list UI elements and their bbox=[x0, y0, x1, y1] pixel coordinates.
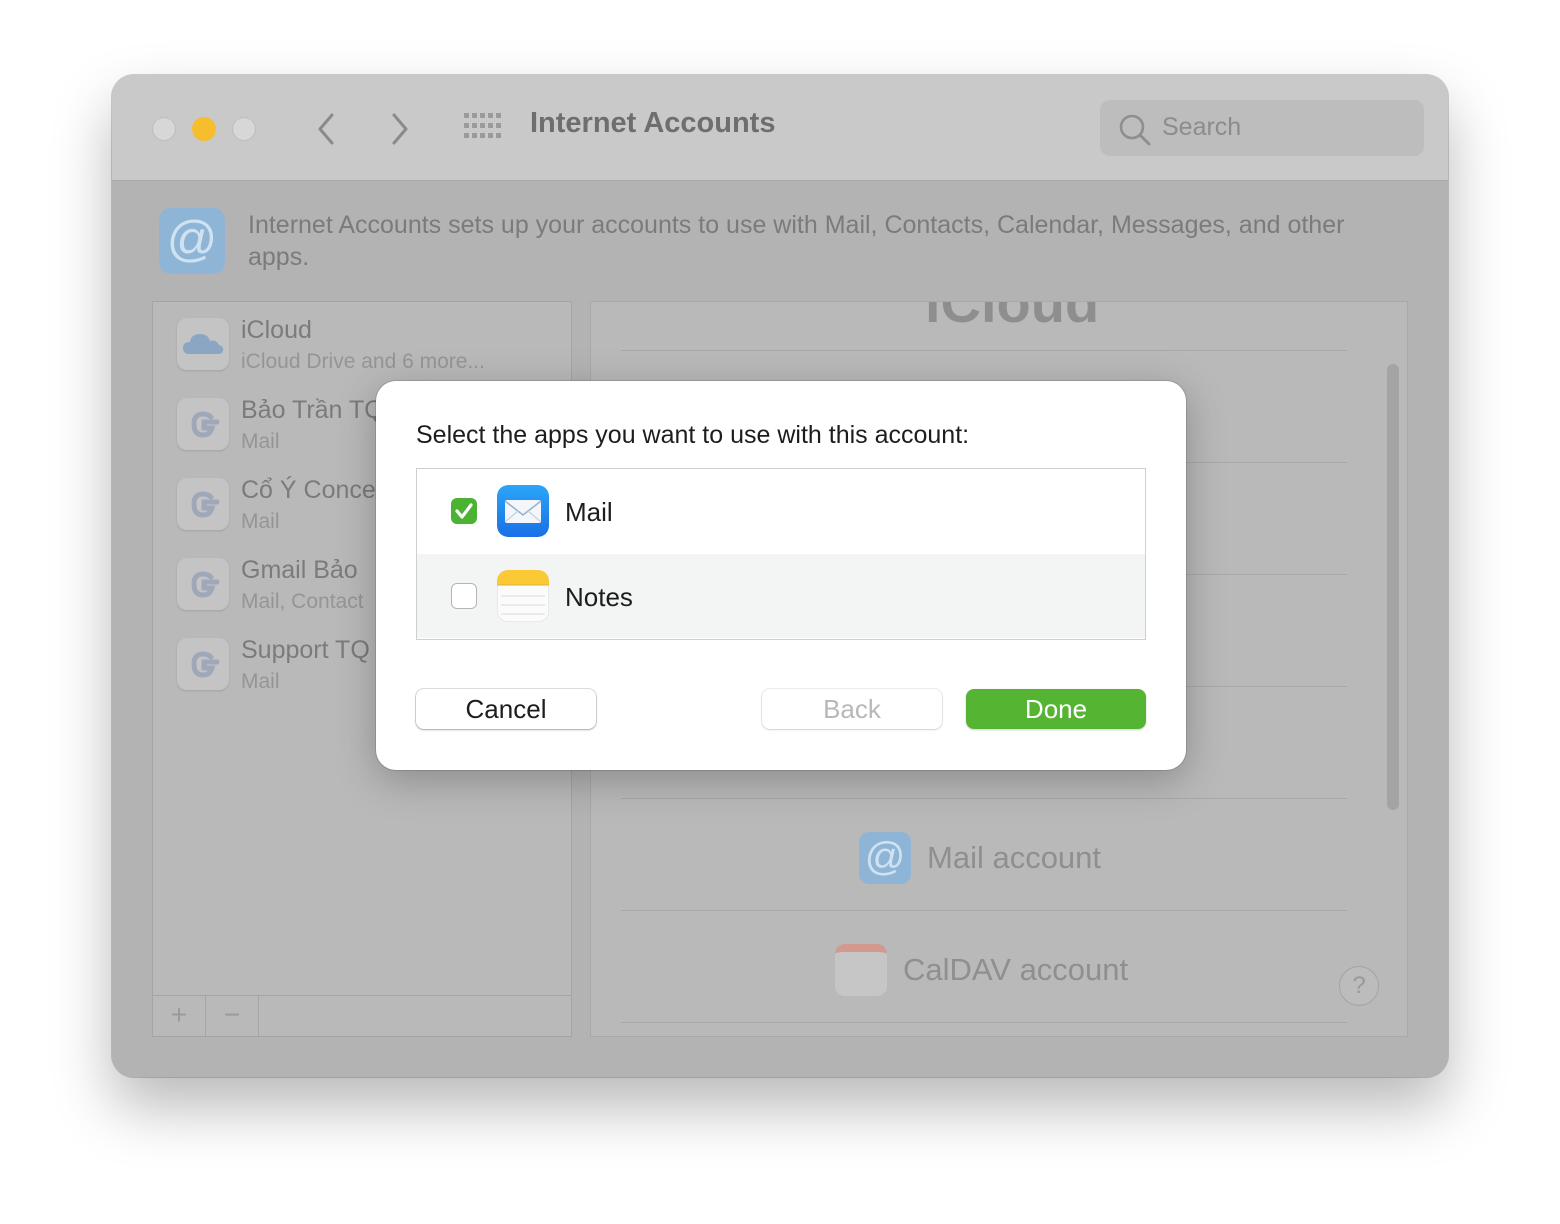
search-field[interactable]: Search bbox=[1100, 100, 1424, 156]
app-row-notes[interactable]: Notes bbox=[417, 554, 1145, 638]
show-all-grid-button[interactable] bbox=[464, 113, 502, 143]
notes-checkbox[interactable] bbox=[451, 583, 477, 609]
mail-app-icon bbox=[497, 485, 549, 537]
google-icon bbox=[177, 478, 229, 530]
google-icon bbox=[177, 638, 229, 690]
header-description: Internet Accounts sets up your accounts … bbox=[248, 211, 1345, 271]
divider bbox=[621, 798, 1347, 799]
minimize-window-button[interactable] bbox=[192, 117, 216, 141]
title-bar: Internet Accounts Search bbox=[112, 75, 1448, 181]
account-detail: Mail, Contact bbox=[241, 590, 364, 613]
search-icon bbox=[1119, 114, 1151, 146]
mail-checkbox[interactable] bbox=[451, 498, 477, 524]
icloud-icon bbox=[177, 318, 229, 370]
grid-icon bbox=[464, 113, 501, 138]
zoom-window-button[interactable] bbox=[232, 117, 256, 141]
internet-accounts-at-icon: @ bbox=[159, 208, 225, 274]
apps-table: Mail Notes bbox=[416, 468, 1146, 640]
calendar-icon bbox=[835, 944, 887, 996]
window-title: Internet Accounts bbox=[530, 107, 776, 139]
list-footer: + − bbox=[153, 995, 571, 1036]
account-detail: iCloud Drive and 6 more... bbox=[241, 350, 485, 373]
google-icon bbox=[177, 398, 229, 450]
help-button[interactable]: ? bbox=[1339, 966, 1379, 1006]
list-item[interactable]: iCloud iCloud Drive and 6 more... bbox=[153, 306, 571, 386]
account-detail: Mail bbox=[241, 670, 280, 693]
forward-nav-button[interactable] bbox=[384, 109, 416, 149]
divider bbox=[621, 350, 1347, 351]
chevron-left-icon bbox=[318, 113, 334, 145]
mail-account-provider[interactable]: Mail account bbox=[927, 840, 1101, 876]
chevron-right-icon bbox=[392, 113, 408, 145]
divider bbox=[621, 1022, 1347, 1023]
cancel-button[interactable]: Cancel bbox=[416, 689, 596, 729]
account-name: Cổ Ý Conce bbox=[241, 476, 376, 504]
account-name: Gmail Bảo bbox=[241, 556, 358, 584]
account-name: iCloud bbox=[241, 316, 312, 344]
close-window-button[interactable] bbox=[152, 117, 176, 141]
remove-account-button[interactable]: − bbox=[206, 996, 259, 1036]
app-label: Notes bbox=[565, 582, 633, 612]
add-account-button[interactable]: + bbox=[153, 996, 206, 1036]
account-detail: Mail bbox=[241, 430, 280, 453]
app-label: Mail bbox=[565, 497, 613, 527]
back-button[interactable]: Back bbox=[762, 689, 942, 729]
caldav-account-provider[interactable]: CalDAV account bbox=[903, 952, 1128, 988]
back-nav-button[interactable] bbox=[310, 109, 342, 149]
scrollbar[interactable] bbox=[1387, 364, 1399, 810]
dialog-prompt: Select the apps you want to use with thi… bbox=[416, 421, 970, 449]
account-name: Support TQ bbox=[241, 636, 370, 664]
checkmark-icon bbox=[455, 503, 473, 519]
account-detail: Mail bbox=[241, 510, 280, 533]
notes-app-icon bbox=[497, 570, 549, 622]
select-apps-dialog: Select the apps you want to use with thi… bbox=[376, 381, 1186, 770]
done-button[interactable]: Done bbox=[966, 689, 1146, 729]
google-icon bbox=[177, 558, 229, 610]
account-name: Bảo Trần TQ bbox=[241, 396, 384, 424]
search-placeholder: Search bbox=[1162, 113, 1242, 141]
icloud-provider-label[interactable]: iCloud bbox=[925, 302, 1099, 335]
app-row-mail[interactable]: Mail bbox=[417, 469, 1145, 553]
divider bbox=[621, 910, 1347, 911]
mail-account-at-icon: @ bbox=[859, 832, 911, 884]
